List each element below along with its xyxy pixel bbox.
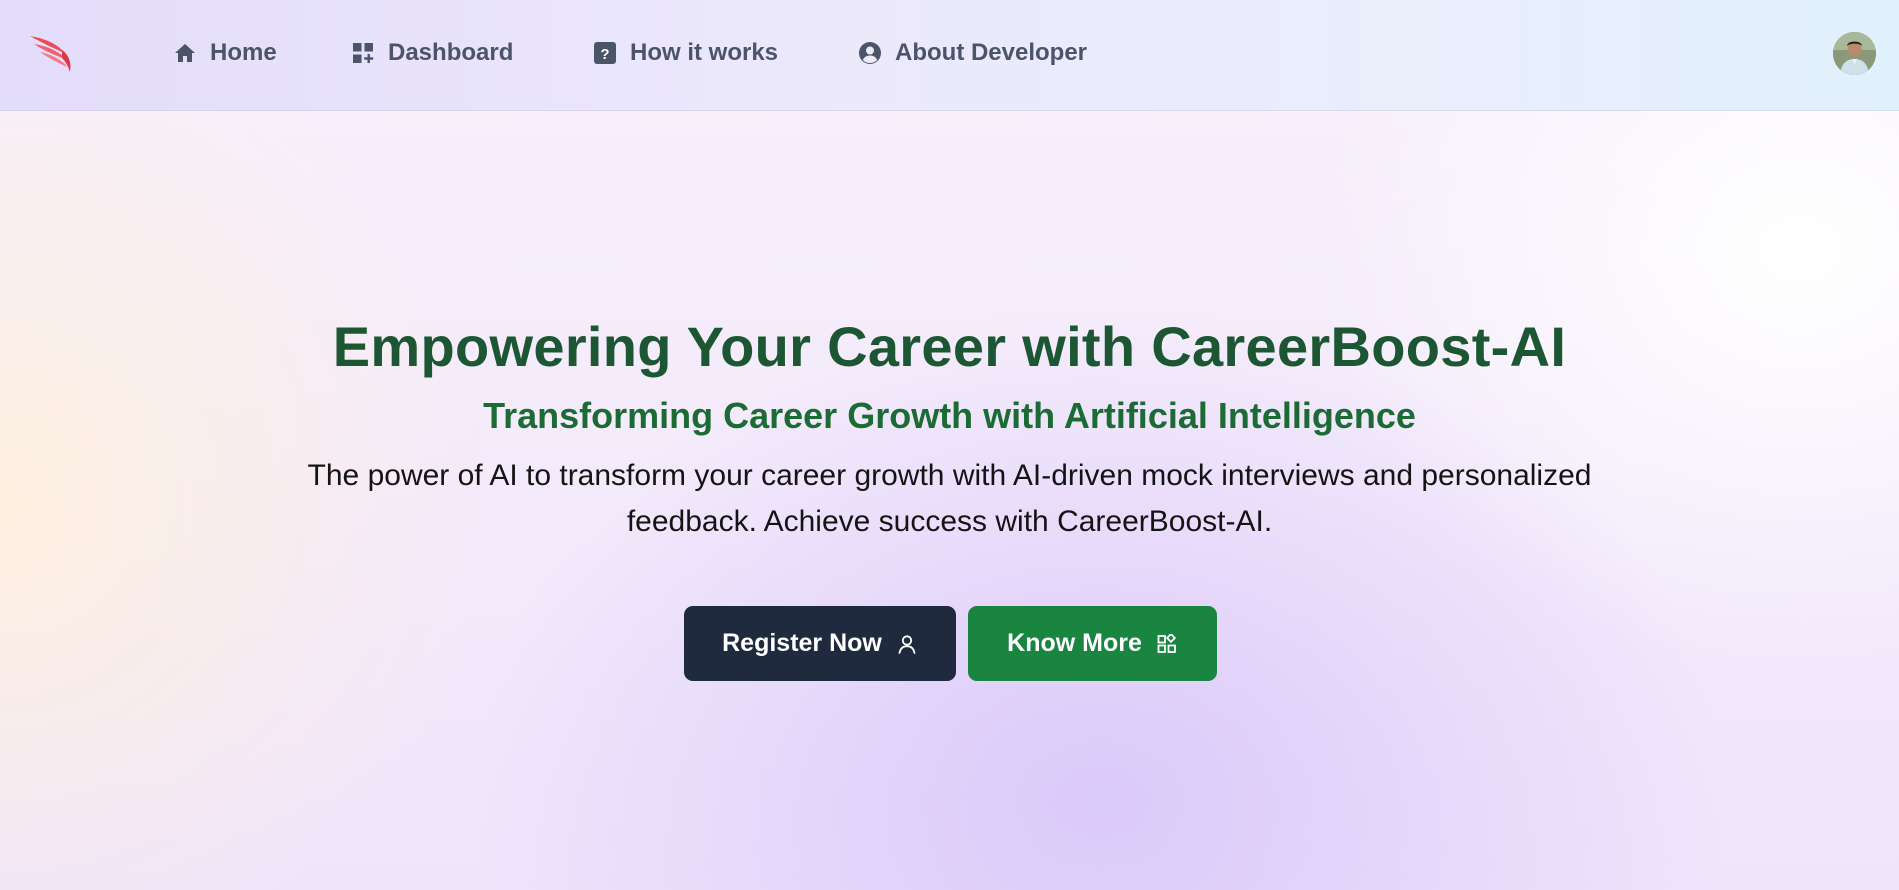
- home-icon: [172, 40, 198, 66]
- hero-title: Empowering Your Career with CareerBoost-…: [332, 315, 1567, 378]
- nav-item-label: How it works: [630, 39, 779, 66]
- nav-item-label: Dashboard: [388, 39, 514, 66]
- dashboard-grid-icon: [350, 40, 376, 66]
- user-outline-icon: [896, 633, 918, 655]
- nav-item-home[interactable]: Home: [172, 36, 277, 70]
- user-circle-icon: [857, 40, 883, 66]
- hero-description: The power of AI to transform your career…: [307, 459, 1592, 538]
- nav-item-label: About Developer: [895, 39, 1088, 66]
- nav-item-label: Home: [210, 39, 277, 66]
- widgets-icon: [1156, 633, 1178, 655]
- svg-text:?: ?: [600, 46, 609, 63]
- nav-item-dashboard[interactable]: Dashboard: [350, 36, 513, 70]
- top-navbar: Home Dashboard ? How it works About Deve…: [0, 0, 1899, 111]
- register-now-label: Register Now: [722, 629, 882, 657]
- know-more-button[interactable]: Know More: [968, 606, 1217, 681]
- register-now-button[interactable]: Register Now: [684, 606, 956, 681]
- hero-subtitle: Transforming Career Growth with Artifici…: [483, 395, 1416, 436]
- nav-item-how-it-works[interactable]: ? How it works: [592, 36, 778, 70]
- know-more-label: Know More: [1007, 629, 1142, 657]
- question-square-icon: ?: [592, 40, 618, 66]
- wing-logo-icon[interactable]: [28, 32, 76, 74]
- avatar[interactable]: [1833, 32, 1876, 75]
- nav-item-about-developer[interactable]: About Developer: [857, 36, 1087, 70]
